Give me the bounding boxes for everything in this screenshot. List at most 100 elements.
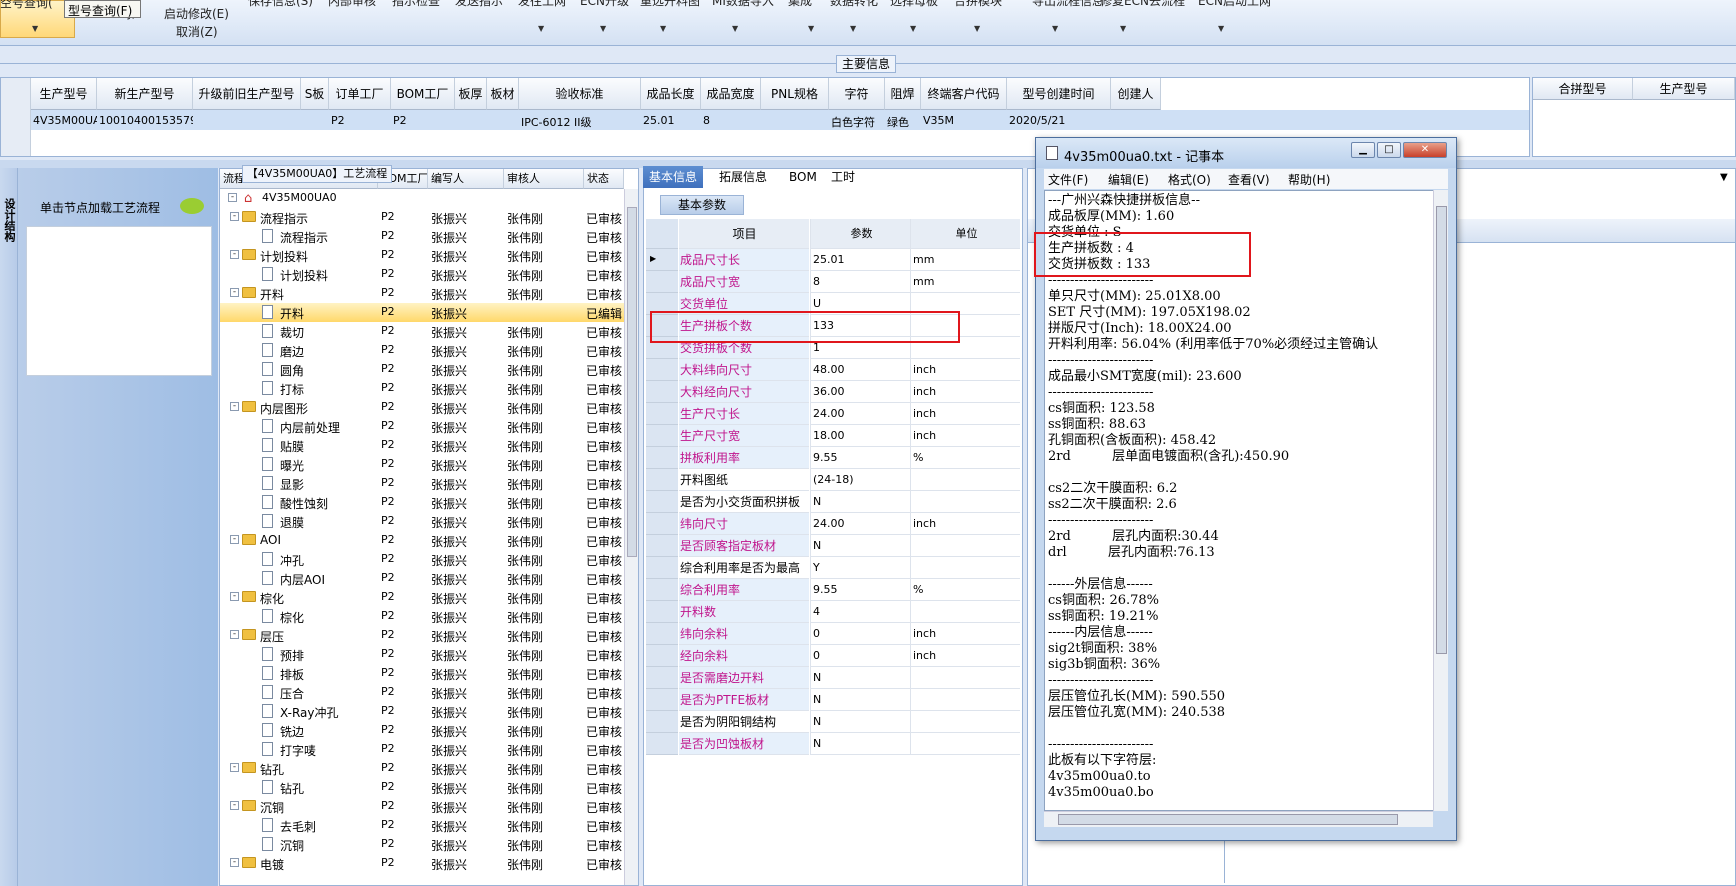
maximize-icon[interactable]: □ <box>1377 142 1401 158</box>
param-row[interactable]: 经向余料 0 inch <box>646 645 1020 667</box>
tab-basic-info[interactable]: 基本信息 <box>643 166 704 188</box>
table-cell[interactable]: 10010400153579 <box>99 114 193 127</box>
toolbar-button[interactable]: MI数据导入 <box>712 0 774 9</box>
param-row[interactable]: 是否为凹蚀板材 N <box>646 733 1020 755</box>
collapse-icon[interactable]: - <box>228 193 237 202</box>
tree-node[interactable]: 内层AOI P2 张振兴 张伟刚 已审核 <box>220 569 628 588</box>
column-header[interactable]: 合拼型号 <box>1533 78 1633 100</box>
tree-node[interactable]: 沉铜 P2 张振兴 张伟刚 已审核 <box>220 835 628 854</box>
toolbar-button[interactable]: 指示检查 <box>392 0 440 9</box>
column-header[interactable]: 生产型号 <box>31 78 97 110</box>
param-row[interactable]: 生产尺寸宽 18.00 inch <box>646 425 1020 447</box>
tree-node[interactable]: - 沉铜 P2 张振兴 张伟刚 已审核 <box>220 797 628 816</box>
toolbar-button[interactable]: 导出流程信息 <box>1032 0 1104 9</box>
param-value[interactable]: 25.01 <box>810 249 910 271</box>
column-header[interactable]: 新生产型号 <box>97 78 193 110</box>
param-row[interactable]: 是否顾客指定板材 N <box>646 535 1020 557</box>
collapse-icon[interactable]: - <box>230 535 239 544</box>
toolbar-button[interactable]: 合拼模块 <box>954 0 1002 9</box>
chevron-down-icon[interactable]: ▼ <box>850 24 856 33</box>
collapse-icon[interactable]: - <box>230 763 239 772</box>
param-row[interactable]: 开料数 4 <box>646 601 1020 623</box>
param-row[interactable]: 是否需磨边开料 N <box>646 667 1020 689</box>
scrollbar-thumb[interactable] <box>1436 206 1447 654</box>
table-cell[interactable]: 4V35M00UA0 <box>33 114 97 127</box>
collapse-icon[interactable]: - <box>230 801 239 810</box>
column-header[interactable]: 成品宽度 <box>701 78 761 110</box>
chevron-down-icon[interactable]: ▼ <box>538 24 544 33</box>
notepad-titlebar[interactable]: 4v35m00ua0.txt - 记事本 ▁ □ ✕ <box>1036 138 1456 168</box>
tree-node[interactable]: 退膜 P2 张振兴 张伟刚 已审核 <box>220 512 628 531</box>
tree-node[interactable]: 显影 P2 张振兴 张伟刚 已审核 <box>220 474 628 493</box>
tree-node[interactable]: 压合 P2 张振兴 张伟刚 已审核 <box>220 683 628 702</box>
table-cell[interactable]: 8 <box>703 114 761 127</box>
collapse-icon[interactable]: - <box>230 592 239 601</box>
chevron-down-icon[interactable]: ▼ <box>600 24 606 33</box>
param-value[interactable]: 18.00 <box>810 425 910 447</box>
tree-node[interactable]: 钻孔 P2 张振兴 张伟刚 已审核 <box>220 778 628 797</box>
menu-item[interactable]: 查看(V) <box>1228 171 1270 188</box>
tree-node[interactable]: - 流程指示 P2 张振兴 张伟刚 已审核 <box>220 208 628 227</box>
chevron-down-icon[interactable]: ▼ <box>1120 24 1126 33</box>
scrollbar-thumb[interactable] <box>1058 814 1398 825</box>
chevron-down-icon[interactable]: ▼ <box>910 24 916 33</box>
param-value[interactable]: N <box>810 689 910 711</box>
param-row[interactable]: 成品尺寸宽 8 mm <box>646 271 1020 293</box>
menu-item[interactable]: 帮助(H) <box>1288 171 1330 188</box>
tree-node[interactable]: 流程指示 P2 张振兴 张伟刚 已审核 <box>220 227 628 246</box>
tree-node[interactable]: - 内层图形 P2 张振兴 张伟刚 已审核 <box>220 398 628 417</box>
tree-node[interactable]: 开料 P2 张振兴 已编辑 <box>220 303 628 322</box>
tree-node[interactable]: X-Ray冲孔 P2 张振兴 张伟刚 已审核 <box>220 702 628 721</box>
table-cell[interactable]: IPC-6012 II级 <box>521 114 641 130</box>
chevron-down-icon[interactable]: ▼ <box>660 24 666 33</box>
tree-node[interactable]: 预排 P2 张振兴 张伟刚 已审核 <box>220 645 628 664</box>
param-value[interactable]: N <box>810 667 910 689</box>
menu-item[interactable]: 编辑(E) <box>1108 171 1149 188</box>
param-row[interactable]: 是否为PTFE板材 N <box>646 689 1020 711</box>
table-row[interactable]: ▶ 4V35M00UA010010400153579P2P2IPC-6012 I… <box>1 110 1529 130</box>
param-value[interactable]: N <box>810 491 910 513</box>
param-row[interactable]: 纬向尺寸 24.00 inch <box>646 513 1020 535</box>
toolbar-button[interactable]: 数据转化 <box>830 0 878 9</box>
param-value[interactable]: 8 <box>810 271 910 293</box>
param-value[interactable]: 0 <box>810 645 910 667</box>
chevron-down-icon[interactable]: ▼ <box>32 24 38 33</box>
toolbar-button[interactable]: 集成 <box>788 0 812 9</box>
param-row[interactable]: 开料图纸 (24-18) <box>646 469 1020 491</box>
param-value[interactable]: 9.55 <box>810 447 910 469</box>
column-header[interactable]: 参数 <box>810 219 910 249</box>
param-row[interactable]: 综合利用率是否为最高 Y <box>646 557 1020 579</box>
param-value[interactable]: Y <box>810 557 910 579</box>
chevron-down-icon[interactable]: ▼ <box>974 24 980 33</box>
column-header[interactable]: 创建人 <box>1111 78 1161 110</box>
tree-node[interactable]: 铣边 P2 张振兴 张伟刚 已审核 <box>220 721 628 740</box>
param-row[interactable]: 是否为阴阳铜结构 N <box>646 711 1020 733</box>
tree-node[interactable]: 贴膜 P2 张振兴 张伟刚 已审核 <box>220 436 628 455</box>
close-icon[interactable]: ✕ <box>1403 142 1447 158</box>
param-value[interactable]: 0 <box>810 623 910 645</box>
tree-node[interactable]: 裁切 P2 张振兴 张伟刚 已审核 <box>220 322 628 341</box>
param-value[interactable]: N <box>810 711 910 733</box>
collapse-icon[interactable]: - <box>230 288 239 297</box>
collapse-icon[interactable]: - <box>230 858 239 867</box>
table-cell[interactable]: 绿色 <box>887 114 921 130</box>
tree-node[interactable]: 计划投料 P2 张振兴 张伟刚 已审核 <box>220 265 628 284</box>
column-header[interactable]: 型号创建时间 <box>1007 78 1111 110</box>
param-value[interactable]: (24-18) <box>810 469 910 491</box>
tab-extended-info[interactable]: 拓展信息 <box>713 166 773 188</box>
param-value[interactable]: N <box>810 535 910 557</box>
tree-node[interactable]: 曝光 P2 张振兴 张伟刚 已审核 <box>220 455 628 474</box>
column-header[interactable]: 字符 <box>829 78 885 110</box>
param-row[interactable]: 大料纬向尺寸 48.00 inch <box>646 359 1020 381</box>
tree-root[interactable]: - ⌂ 4V35M00UA0 <box>220 189 628 208</box>
minimize-icon[interactable]: ▁ <box>1351 142 1375 158</box>
column-header[interactable]: BOM工厂 <box>391 78 455 110</box>
menu-item[interactable]: 格式(O) <box>1168 171 1211 188</box>
column-header[interactable]: 单位 <box>910 219 1020 249</box>
chevron-down-icon[interactable]: ▼ <box>1052 24 1058 33</box>
node-area[interactable] <box>26 226 212 376</box>
scrollbar[interactable] <box>1433 190 1448 811</box>
column-header[interactable]: 终端客户代码 <box>921 78 1007 110</box>
param-row[interactable]: 拼板利用率 9.55% <box>646 447 1020 469</box>
column-header[interactable]: 项目 <box>679 219 809 249</box>
